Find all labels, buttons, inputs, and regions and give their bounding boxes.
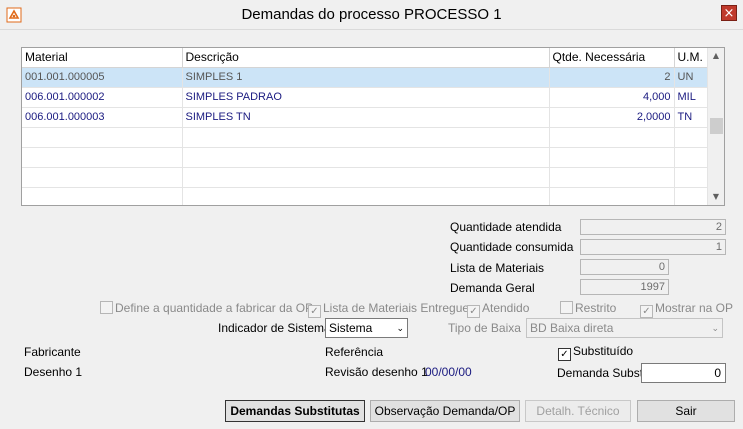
empty-cell [182, 167, 550, 188]
empty-row[interactable] [22, 147, 709, 168]
sair-button[interactable]: Sair [637, 400, 735, 422]
demandas-substitutas-button[interactable]: Demandas Substitutas [225, 400, 365, 422]
check-icon: ✓ [640, 305, 653, 318]
empty-row[interactable] [22, 127, 709, 148]
atendido-label: Atendido [482, 301, 530, 315]
check-icon: ✓ [308, 305, 321, 318]
define-quantidade-checkbox[interactable]: Define a quantidade a fabricar da OP [100, 301, 313, 315]
empty-cell [549, 167, 675, 188]
window-title: Demandas do processo PROCESSO 1 [241, 6, 502, 23]
tipo-baixa-label: Tipo de Baixa [448, 321, 521, 335]
check-icon: ✓ [467, 305, 480, 318]
atendido-checkbox[interactable]: ✓ Atendido [467, 301, 529, 318]
indicador-sistema-label: Indicador de Sistema [218, 321, 331, 335]
lista-entregue-label: Lista de Materiais Entregue [323, 301, 470, 315]
column-header-material[interactable]: Material [22, 48, 183, 68]
mostrar-op-checkbox[interactable]: ✓ Mostrar na OP [640, 301, 733, 318]
detalhe-tecnico-button[interactable]: Detalh. Técnico [525, 400, 631, 422]
cell-descricao: SIMPLES TN [182, 107, 550, 128]
empty-cell [22, 167, 183, 188]
lista-materiais-label: Lista de Materiais [450, 261, 545, 275]
revisao-desenho-label: Revisão desenho 1 [325, 365, 428, 379]
empty-cell [674, 147, 709, 168]
empty-cell [182, 147, 550, 168]
lista-materiais-field: 0 [580, 259, 669, 275]
cell-qtde: 4,000 [549, 87, 675, 108]
chevron-down-icon: ⌄ [711, 324, 719, 334]
table-row[interactable]: 001.001.000005 SIMPLES 1 2 UN [22, 67, 709, 88]
demanda-subst-input[interactable]: 0 [641, 363, 726, 383]
empty-row[interactable] [22, 167, 709, 188]
substituido-label: Substituído [573, 344, 634, 358]
scroll-down-icon[interactable]: ▼ [708, 189, 724, 205]
cell-qtde: 2 [549, 67, 675, 88]
check-icon: ✓ [558, 348, 571, 361]
cell-descricao: SIMPLES 1 [182, 67, 550, 88]
vertical-scrollbar[interactable]: ▲ ▼ [707, 48, 724, 205]
mostrar-op-label: Mostrar na OP [655, 301, 734, 315]
cell-um: UN [674, 67, 709, 88]
close-icon: × [723, 6, 735, 21]
empty-cell [674, 187, 709, 205]
restrito-label: Restrito [575, 301, 617, 315]
demanda-geral-field: 1997 [580, 279, 669, 295]
empty-cell [182, 187, 550, 205]
cell-um: MIL [674, 87, 709, 108]
title-bar: Demandas do processo PROCESSO 1 × [0, 0, 743, 30]
quantidade-atendida-label: Quantidade atendida [450, 220, 562, 234]
quantidade-consumida-label: Quantidade consumida [450, 240, 574, 254]
column-header-qtde[interactable]: Qtde. Necessária [549, 48, 675, 68]
tipo-baixa-select[interactable]: BD Baixa direta ⌄ [526, 318, 723, 338]
empty-cell [549, 147, 675, 168]
observacao-demanda-button[interactable]: Observação Demanda/OP [370, 400, 520, 422]
desenho-label: Desenho 1 [24, 365, 83, 379]
empty-cell [549, 127, 675, 148]
empty-cell [182, 127, 550, 148]
substituido-checkbox[interactable]: ✓ Substituído [558, 344, 633, 361]
table-row[interactable]: 006.001.000002 SIMPLES PADRAO 4,000 MIL [22, 87, 709, 108]
table-row[interactable]: 006.001.000003 SIMPLES TN 2,0000 TN [22, 107, 709, 128]
checkbox-box [100, 301, 113, 314]
empty-row[interactable] [22, 187, 709, 205]
quantidade-consumida-field: 1 [580, 239, 726, 255]
fabricante-label: Fabricante [24, 345, 81, 359]
column-header-um[interactable]: U.M. [674, 48, 709, 68]
cell-material: 006.001.000003 [22, 107, 183, 128]
cell-material: 006.001.000002 [22, 87, 183, 108]
empty-cell [674, 167, 709, 188]
empty-cell [22, 187, 183, 205]
column-header-descricao[interactable]: Descrição [182, 48, 550, 68]
scroll-up-icon[interactable]: ▲ [708, 48, 724, 64]
cell-descricao: SIMPLES PADRAO [182, 87, 550, 108]
restrito-checkbox[interactable]: Restrito [560, 301, 616, 315]
checkbox-box [560, 301, 573, 314]
materials-table: Material Descrição Qtde. Necessária U.M.… [22, 48, 709, 205]
referencia-label: Referência [325, 345, 384, 359]
lista-entregue-checkbox[interactable]: ✓ Lista de Materiais Entregue [308, 301, 469, 318]
cell-qtde: 2,0000 [549, 107, 675, 128]
materials-grid[interactable]: Material Descrição Qtde. Necessária U.M.… [21, 47, 725, 206]
table-header-row: Material Descrição Qtde. Necessária U.M. [22, 48, 709, 68]
empty-cell [674, 127, 709, 148]
cell-um: TN [674, 107, 709, 128]
empty-cell [22, 147, 183, 168]
tipo-baixa-value: BD Baixa direta [530, 321, 614, 335]
indicador-sistema-value: Sistema [329, 321, 373, 335]
demanda-geral-label: Demanda Geral [450, 281, 535, 295]
demanda-subst-label: Demanda Subst. [557, 366, 647, 380]
empty-cell [549, 187, 675, 205]
cell-material: 001.001.000005 [22, 67, 183, 88]
chevron-down-icon: ⌄ [396, 324, 404, 334]
close-button[interactable]: × [721, 5, 737, 21]
revisao-desenho-value: 00/00/00 [425, 365, 472, 379]
indicador-sistema-select[interactable]: Sistema ⌄ [325, 318, 408, 338]
define-quantidade-label: Define a quantidade a fabricar da OP [115, 301, 314, 315]
scrollbar-thumb[interactable] [710, 118, 723, 134]
empty-cell [22, 127, 183, 148]
quantidade-atendida-field: 2 [580, 219, 726, 235]
